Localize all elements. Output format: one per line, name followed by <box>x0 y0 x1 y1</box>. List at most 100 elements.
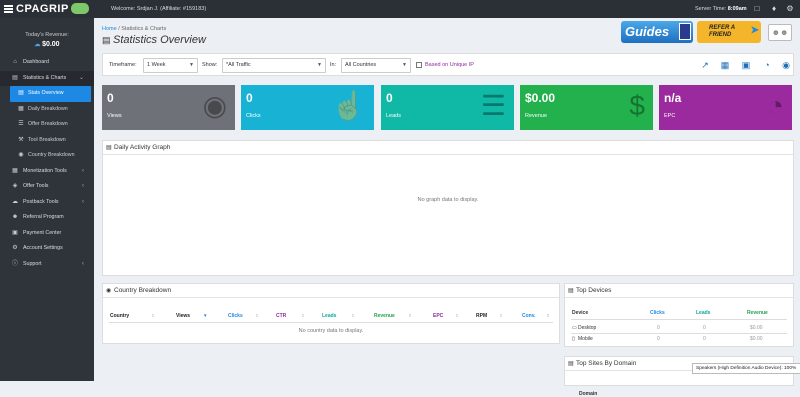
guides-banner[interactable]: Guides <box>621 21 693 43</box>
panel-title: Top Sites By Domain <box>576 360 637 367</box>
col-clicks[interactable]: Clicks <box>228 313 243 319</box>
sort-icon[interactable]: ⇕ <box>499 313 503 319</box>
caret-down-icon: ▼ <box>317 62 322 68</box>
breadcrumb-home[interactable]: Home <box>102 26 117 32</box>
clipboard-icon: ☰ <box>480 90 506 121</box>
unique-ip-label[interactable]: Based on Unique IP <box>425 62 474 68</box>
chevron-left-icon: ‹ <box>82 167 84 174</box>
sidebar-item-offer-breakdown[interactable]: ☰ Offer Breakdown <box>0 117 94 133</box>
chevron-left-icon: ‹ <box>82 183 84 189</box>
col-device: Device <box>572 310 589 316</box>
col-domain[interactable]: Domain <box>579 391 597 397</box>
credit-card-icon: ▣ <box>12 229 18 236</box>
pie-chart-view-icon[interactable]: ◔ <box>761 59 773 71</box>
leads-card: 0 Leads ☰ <box>381 85 514 130</box>
gear-icon[interactable]: ⚙ <box>785 4 795 14</box>
show-label: Show: <box>202 62 218 68</box>
sidebar-item-tool-breakdown[interactable]: ⚒ Tool Breakdown <box>0 133 94 149</box>
sidebar-item-account-settings[interactable]: ⚙ Account Settings <box>0 241 94 257</box>
sidebar-item-payment-center[interactable]: ▣ Payment Center <box>0 226 94 242</box>
sort-icon[interactable]: ⇕ <box>151 313 155 319</box>
daily-activity-panel: ▤ Daily Activity Graph No graph data to d… <box>102 140 794 276</box>
chevron-down-icon: ⌄ <box>78 74 84 81</box>
col-clicks: Clicks <box>650 310 665 316</box>
col-conv[interactable]: Conv. <box>522 313 536 319</box>
users-group-icon[interactable]: ☻☻ <box>768 24 792 41</box>
sort-icon[interactable]: ⇕ <box>351 313 355 319</box>
menu-toggle-icon[interactable] <box>4 5 13 13</box>
chart-icon: ▤ <box>12 74 18 81</box>
users-icon: ☻ <box>11 214 19 220</box>
pie-chart-icon: ◔ <box>767 90 784 121</box>
refer-friend-banner[interactable]: REFER A FRIEND ➤ <box>697 21 761 43</box>
empty-state: No graph data to display. <box>417 197 479 203</box>
chevron-left-icon: ‹ <box>82 198 84 205</box>
sort-icon[interactable]: ⇕ <box>301 313 305 319</box>
sidebar-item-postback-tools[interactable]: ☁ Postback Tools ‹ <box>0 195 94 211</box>
col-epc[interactable]: EPC <box>433 313 443 319</box>
chart-icon: ▤ <box>106 145 112 151</box>
col-rpm[interactable]: RPM <box>476 313 487 319</box>
server-time: Server Time: 8:09am <box>695 6 747 12</box>
traffic-select[interactable]: *All Traffic ▼ <box>222 58 326 73</box>
sort-desc-icon[interactable]: ▼ <box>203 313 207 318</box>
main-content: Home / Statistics & Charts ▤ Statistics … <box>94 18 800 397</box>
sort-icon[interactable]: ⇕ <box>455 313 459 319</box>
grid-icon: ▦ <box>12 167 18 174</box>
country-select[interactable]: All Countries ▼ <box>341 58 411 73</box>
chevron-left-icon: ‹ <box>82 260 84 267</box>
sidebar-item-statistics[interactable]: ▤ Statistics & Charts ⌄ <box>0 70 94 86</box>
cloud-icon: ☁ <box>12 198 18 205</box>
col-leads[interactable]: Leads <box>322 313 336 319</box>
col-views[interactable]: Views <box>176 313 190 319</box>
top-bar: CPAGRIP Welcome: Srdjan J. (Affiliate: #… <box>0 0 800 18</box>
arrow-right-icon: ➤ <box>750 25 759 36</box>
panel-title: Country Breakdown <box>114 287 172 294</box>
col-revenue: Revenue <box>747 310 768 316</box>
country-breakdown-panel: ◉ Country Breakdown Country ⇕ Views ▼ Click… <box>102 283 560 344</box>
chat-icon[interactable]: □ <box>752 4 762 14</box>
caret-down-icon: ▼ <box>402 62 407 68</box>
desktop-icon: ▭ <box>572 325 577 331</box>
globe-icon: ◉ <box>18 152 24 158</box>
views-card: 0 Views ◉ <box>102 85 235 130</box>
bell-icon[interactable]: ♦ <box>769 4 779 14</box>
calendar-view-icon[interactable]: ▣ <box>740 59 752 71</box>
sidebar: Today's Revenue: ☁ $0.00 ⌂ Dashboard ▤ Sta… <box>0 18 94 381</box>
home-icon: ⌂ <box>13 59 17 65</box>
sort-icon[interactable]: ⇕ <box>255 313 259 319</box>
revenue-label: Today's Revenue: <box>25 32 69 38</box>
col-country[interactable]: Country <box>110 313 129 319</box>
empty-state: No country data to display. <box>298 328 364 334</box>
timeframe-label: Timeframe: <box>109 62 137 68</box>
sidebar-item-monetization-tools[interactable]: ▦ Monetization Tools ‹ <box>0 164 94 180</box>
breadcrumb-current: Statistics & Charts <box>121 26 167 32</box>
unique-ip-checkbox[interactable] <box>416 62 422 68</box>
line-chart-view-icon[interactable]: ↗ <box>699 59 711 71</box>
sidebar-item-daily-breakdown[interactable]: ▦ Daily Breakdown <box>0 102 94 118</box>
col-leads: Leads <box>696 310 711 316</box>
table-view-icon[interactable]: ▦ <box>719 59 731 71</box>
globe-view-icon[interactable]: ◉ <box>780 59 792 71</box>
money-hand-icon: $ <box>629 90 645 121</box>
timeframe-select[interactable]: 1 Week ▼ <box>143 58 198 73</box>
col-ctr[interactable]: CTR <box>276 313 286 319</box>
revenue-icon: ☁ <box>34 42 43 48</box>
breadcrumb: Home / Statistics & Charts <box>102 26 167 32</box>
sidebar-item-country-breakdown[interactable]: ◉ Country Breakdown <box>0 148 94 164</box>
sort-icon[interactable]: ⇕ <box>546 313 550 319</box>
sidebar-item-offer-tools[interactable]: ◈ Offer Tools ‹ <box>0 179 94 195</box>
panel-title: Top Devices <box>576 287 612 294</box>
sidebar-item-referral-program[interactable]: ☻ Referral Program <box>0 210 94 226</box>
logo[interactable]: CPAGRIP <box>16 3 89 15</box>
sidebar-item-dashboard[interactable]: ⌂ Dashboard <box>0 55 94 71</box>
in-label: In: <box>330 62 337 68</box>
sort-icon[interactable]: ⇕ <box>408 313 412 319</box>
caret-down-icon: ▼ <box>189 62 194 68</box>
info-icon: ⓘ <box>11 260 18 267</box>
col-revenue[interactable]: Revenue <box>374 313 395 319</box>
epc-card: n/a EPC ◔ <box>659 85 792 130</box>
calendar-icon: ▦ <box>18 105 24 112</box>
sidebar-item-support[interactable]: ⓘ Support ‹ <box>0 257 94 273</box>
sidebar-item-stats-overview[interactable]: ▤ Stats Overview <box>10 86 91 102</box>
